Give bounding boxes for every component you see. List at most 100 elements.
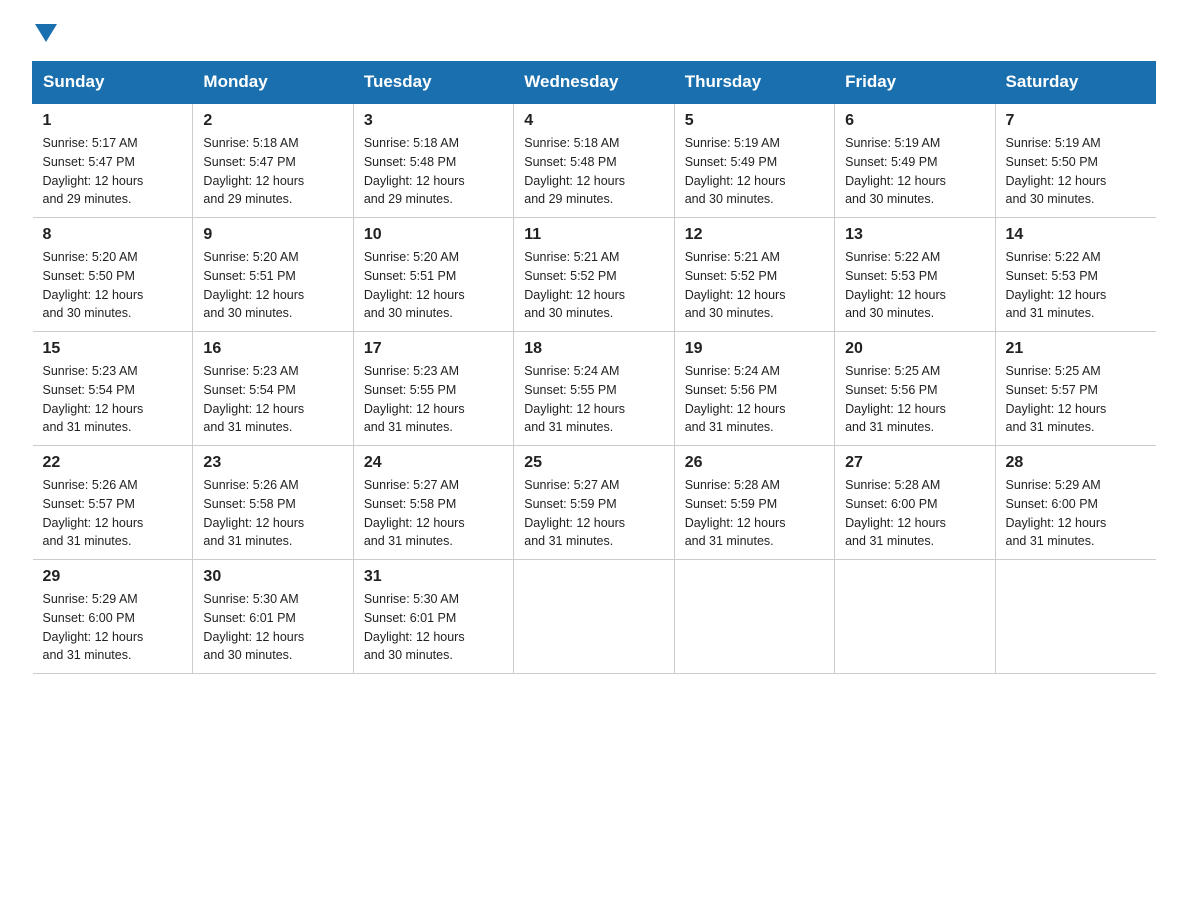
calendar-day-cell: 16 Sunrise: 5:23 AMSunset: 5:54 PMDaylig…: [193, 332, 353, 446]
calendar-week-row: 1 Sunrise: 5:17 AMSunset: 5:47 PMDayligh…: [33, 103, 1156, 218]
day-number: 29: [43, 568, 183, 586]
day-info: Sunrise: 5:23 AMSunset: 5:54 PMDaylight:…: [43, 364, 144, 434]
day-number: 4: [524, 112, 663, 130]
day-number: 30: [203, 568, 342, 586]
weekday-header-wednesday: Wednesday: [514, 62, 674, 104]
day-info: Sunrise: 5:24 AMSunset: 5:56 PMDaylight:…: [685, 364, 786, 434]
day-info: Sunrise: 5:22 AMSunset: 5:53 PMDaylight:…: [1006, 250, 1107, 320]
day-info: Sunrise: 5:21 AMSunset: 5:52 PMDaylight:…: [524, 250, 625, 320]
calendar-week-row: 29 Sunrise: 5:29 AMSunset: 6:00 PMDaylig…: [33, 560, 1156, 674]
calendar-day-cell: 12 Sunrise: 5:21 AMSunset: 5:52 PMDaylig…: [674, 218, 834, 332]
calendar-day-cell: 4 Sunrise: 5:18 AMSunset: 5:48 PMDayligh…: [514, 103, 674, 218]
day-info: Sunrise: 5:30 AMSunset: 6:01 PMDaylight:…: [203, 592, 304, 662]
day-number: 13: [845, 226, 984, 244]
logo: [32, 24, 57, 43]
weekday-header-tuesday: Tuesday: [353, 62, 513, 104]
day-info: Sunrise: 5:28 AMSunset: 5:59 PMDaylight:…: [685, 478, 786, 548]
day-number: 5: [685, 112, 824, 130]
day-info: Sunrise: 5:18 AMSunset: 5:47 PMDaylight:…: [203, 136, 304, 206]
calendar-day-cell: 2 Sunrise: 5:18 AMSunset: 5:47 PMDayligh…: [193, 103, 353, 218]
day-number: 28: [1006, 454, 1146, 472]
calendar-day-cell: 6 Sunrise: 5:19 AMSunset: 5:49 PMDayligh…: [835, 103, 995, 218]
day-info: Sunrise: 5:20 AMSunset: 5:51 PMDaylight:…: [203, 250, 304, 320]
calendar-day-cell: 9 Sunrise: 5:20 AMSunset: 5:51 PMDayligh…: [193, 218, 353, 332]
weekday-header-friday: Friday: [835, 62, 995, 104]
day-number: 23: [203, 454, 342, 472]
day-number: 15: [43, 340, 183, 358]
day-info: Sunrise: 5:24 AMSunset: 5:55 PMDaylight:…: [524, 364, 625, 434]
calendar-day-cell: 8 Sunrise: 5:20 AMSunset: 5:50 PMDayligh…: [33, 218, 193, 332]
calendar-day-cell: 31 Sunrise: 5:30 AMSunset: 6:01 PMDaylig…: [353, 560, 513, 674]
calendar-day-cell: 24 Sunrise: 5:27 AMSunset: 5:58 PMDaylig…: [353, 446, 513, 560]
calendar-day-cell: 20 Sunrise: 5:25 AMSunset: 5:56 PMDaylig…: [835, 332, 995, 446]
calendar-body: 1 Sunrise: 5:17 AMSunset: 5:47 PMDayligh…: [33, 103, 1156, 674]
calendar-day-cell: 13 Sunrise: 5:22 AMSunset: 5:53 PMDaylig…: [835, 218, 995, 332]
day-number: 7: [1006, 112, 1146, 130]
day-info: Sunrise: 5:25 AMSunset: 5:56 PMDaylight:…: [845, 364, 946, 434]
day-info: Sunrise: 5:26 AMSunset: 5:57 PMDaylight:…: [43, 478, 144, 548]
day-number: 11: [524, 226, 663, 244]
day-number: 19: [685, 340, 824, 358]
day-number: 24: [364, 454, 503, 472]
day-number: 21: [1006, 340, 1146, 358]
calendar-day-cell: 29 Sunrise: 5:29 AMSunset: 6:00 PMDaylig…: [33, 560, 193, 674]
day-number: 26: [685, 454, 824, 472]
calendar-day-cell: [674, 560, 834, 674]
day-number: 2: [203, 112, 342, 130]
calendar-day-cell: 1 Sunrise: 5:17 AMSunset: 5:47 PMDayligh…: [33, 103, 193, 218]
page-header: [32, 24, 1156, 43]
calendar-day-cell: 11 Sunrise: 5:21 AMSunset: 5:52 PMDaylig…: [514, 218, 674, 332]
day-info: Sunrise: 5:30 AMSunset: 6:01 PMDaylight:…: [364, 592, 465, 662]
day-number: 16: [203, 340, 342, 358]
day-number: 25: [524, 454, 663, 472]
calendar-day-cell: 3 Sunrise: 5:18 AMSunset: 5:48 PMDayligh…: [353, 103, 513, 218]
day-info: Sunrise: 5:18 AMSunset: 5:48 PMDaylight:…: [524, 136, 625, 206]
day-number: 9: [203, 226, 342, 244]
day-number: 1: [43, 112, 183, 130]
day-info: Sunrise: 5:19 AMSunset: 5:50 PMDaylight:…: [1006, 136, 1107, 206]
day-info: Sunrise: 5:20 AMSunset: 5:51 PMDaylight:…: [364, 250, 465, 320]
day-info: Sunrise: 5:23 AMSunset: 5:54 PMDaylight:…: [203, 364, 304, 434]
day-number: 20: [845, 340, 984, 358]
calendar-week-row: 22 Sunrise: 5:26 AMSunset: 5:57 PMDaylig…: [33, 446, 1156, 560]
calendar-day-cell: [995, 560, 1155, 674]
day-info: Sunrise: 5:27 AMSunset: 5:58 PMDaylight:…: [364, 478, 465, 548]
calendar-day-cell: 23 Sunrise: 5:26 AMSunset: 5:58 PMDaylig…: [193, 446, 353, 560]
calendar-day-cell: 21 Sunrise: 5:25 AMSunset: 5:57 PMDaylig…: [995, 332, 1155, 446]
weekday-header-saturday: Saturday: [995, 62, 1155, 104]
day-info: Sunrise: 5:29 AMSunset: 6:00 PMDaylight:…: [1006, 478, 1107, 548]
calendar-header-row: SundayMondayTuesdayWednesdayThursdayFrid…: [33, 62, 1156, 104]
day-info: Sunrise: 5:21 AMSunset: 5:52 PMDaylight:…: [685, 250, 786, 320]
day-number: 8: [43, 226, 183, 244]
day-info: Sunrise: 5:25 AMSunset: 5:57 PMDaylight:…: [1006, 364, 1107, 434]
calendar-week-row: 8 Sunrise: 5:20 AMSunset: 5:50 PMDayligh…: [33, 218, 1156, 332]
day-info: Sunrise: 5:19 AMSunset: 5:49 PMDaylight:…: [845, 136, 946, 206]
calendar-day-cell: 25 Sunrise: 5:27 AMSunset: 5:59 PMDaylig…: [514, 446, 674, 560]
calendar-day-cell: 19 Sunrise: 5:24 AMSunset: 5:56 PMDaylig…: [674, 332, 834, 446]
day-info: Sunrise: 5:26 AMSunset: 5:58 PMDaylight:…: [203, 478, 304, 548]
day-number: 31: [364, 568, 503, 586]
day-info: Sunrise: 5:23 AMSunset: 5:55 PMDaylight:…: [364, 364, 465, 434]
calendar-day-cell: [835, 560, 995, 674]
day-number: 3: [364, 112, 503, 130]
day-number: 27: [845, 454, 984, 472]
calendar-table: SundayMondayTuesdayWednesdayThursdayFrid…: [32, 61, 1156, 674]
calendar-day-cell: [514, 560, 674, 674]
day-info: Sunrise: 5:20 AMSunset: 5:50 PMDaylight:…: [43, 250, 144, 320]
day-info: Sunrise: 5:17 AMSunset: 5:47 PMDaylight:…: [43, 136, 144, 206]
weekday-header-sunday: Sunday: [33, 62, 193, 104]
day-info: Sunrise: 5:29 AMSunset: 6:00 PMDaylight:…: [43, 592, 144, 662]
calendar-day-cell: 22 Sunrise: 5:26 AMSunset: 5:57 PMDaylig…: [33, 446, 193, 560]
day-number: 6: [845, 112, 984, 130]
day-number: 22: [43, 454, 183, 472]
calendar-day-cell: 27 Sunrise: 5:28 AMSunset: 6:00 PMDaylig…: [835, 446, 995, 560]
day-number: 12: [685, 226, 824, 244]
calendar-day-cell: 30 Sunrise: 5:30 AMSunset: 6:01 PMDaylig…: [193, 560, 353, 674]
day-info: Sunrise: 5:27 AMSunset: 5:59 PMDaylight:…: [524, 478, 625, 548]
calendar-day-cell: 5 Sunrise: 5:19 AMSunset: 5:49 PMDayligh…: [674, 103, 834, 218]
calendar-day-cell: 18 Sunrise: 5:24 AMSunset: 5:55 PMDaylig…: [514, 332, 674, 446]
day-number: 14: [1006, 226, 1146, 244]
day-number: 17: [364, 340, 503, 358]
calendar-week-row: 15 Sunrise: 5:23 AMSunset: 5:54 PMDaylig…: [33, 332, 1156, 446]
day-info: Sunrise: 5:22 AMSunset: 5:53 PMDaylight:…: [845, 250, 946, 320]
